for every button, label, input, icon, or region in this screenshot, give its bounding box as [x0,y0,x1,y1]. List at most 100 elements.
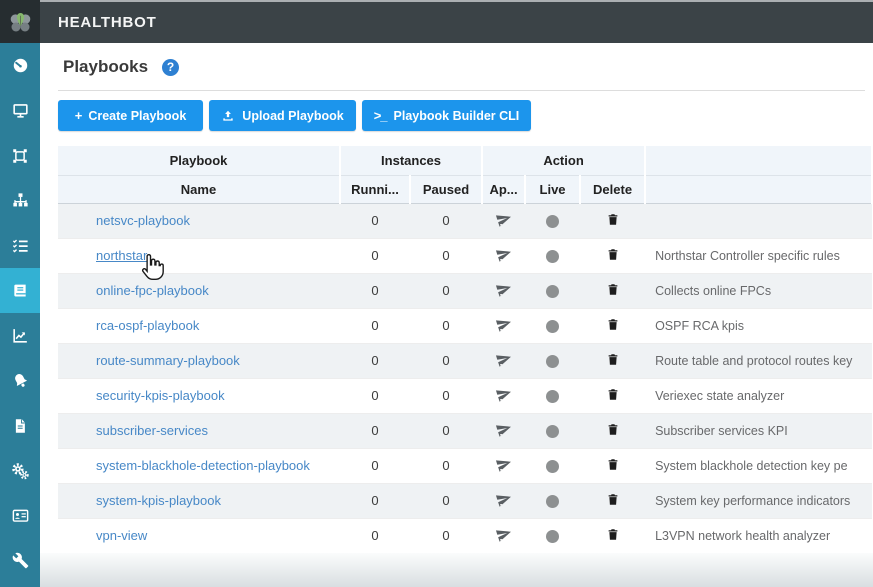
apply-icon[interactable] [496,526,512,545]
playbook-description: Northstar Controller specific rules [645,238,872,273]
delete-icon[interactable] [606,387,620,405]
delete-icon[interactable] [606,457,620,475]
paused-count: 0 [410,308,482,343]
playbook-link[interactable]: security-kpis-playbook [96,388,225,403]
sidebar-item-devices[interactable] [0,88,40,133]
running-count: 0 [340,273,410,308]
playbook-description: L3VPN network health analyzer [645,518,872,553]
settings-gears-icon [10,461,30,481]
playbook-description: System key performance indicators [645,483,872,518]
live-status-icon [546,250,559,263]
playbooks-table: Playbook Instances Action Name Runni... … [58,146,873,554]
column-header-delete: Delete [580,175,645,203]
upload-playbook-button[interactable]: Upload Playbook [209,100,356,131]
toolbar: + Create Playbook Upload Playbook >_ Pla… [58,100,873,131]
create-playbook-button[interactable]: + Create Playbook [58,100,203,131]
plus-icon: + [75,108,82,123]
playbook-builder-cli-button[interactable]: >_ Playbook Builder CLI [362,100,531,131]
apply-icon[interactable] [496,281,512,300]
sidebar-item-charts[interactable] [0,313,40,358]
sidebar-item-accounts[interactable] [0,493,40,538]
table-row: vpn-view 0 0 L3VPN network health analyz… [58,518,872,553]
playbook-link[interactable]: vpn-view [96,528,147,543]
bottom-strip [40,553,873,587]
sidebar-item-device-groups[interactable] [0,133,40,178]
table-row: system-kpis-playbook 0 0 System key perf… [58,483,872,518]
column-header-paused: Paused [410,175,482,203]
table-row: security-kpis-playbook 0 0 Veriexec stat… [58,378,872,413]
page-title: Playbooks [63,57,148,77]
help-icon[interactable]: ? [162,59,179,76]
playbook-link[interactable]: northstar [96,248,147,263]
live-status-icon [546,320,559,333]
playbook-description: Route table and protocol routes key [645,343,872,378]
paused-count: 0 [410,273,482,308]
sidebar-item-rules[interactable] [0,223,40,268]
table-row: northstar 0 0 Northstar Controller speci… [58,238,872,273]
playbooks-book-icon [11,281,30,300]
playbook-link[interactable]: system-kpis-playbook [96,493,221,508]
playbook-link[interactable]: netsvc-playbook [96,213,190,228]
apply-icon[interactable] [496,421,512,440]
reports-document-icon [11,417,29,435]
column-header-name: Name [58,175,340,203]
live-status-icon [546,460,559,473]
delete-icon[interactable] [606,422,620,440]
apply-icon[interactable] [496,246,512,265]
playbook-link[interactable]: system-blackhole-detection-playbook [96,458,310,473]
device-group-frame-icon [11,147,29,165]
paused-count: 0 [410,448,482,483]
running-count: 0 [340,343,410,378]
apply-icon[interactable] [496,456,512,475]
delete-icon[interactable] [606,352,620,370]
live-status-icon [546,390,559,403]
apply-icon[interactable] [496,351,512,370]
sidebar-item-playbooks[interactable] [0,268,40,313]
running-count: 0 [340,483,410,518]
sidebar-item-dashboard[interactable] [0,43,40,88]
terminal-prompt-icon: >_ [374,108,387,123]
device-monitor-icon [11,101,30,120]
charts-graph-icon [11,326,30,345]
sidebar-item-network[interactable] [0,178,40,223]
table-row: subscriber-services 0 0 Subscriber servi… [58,413,872,448]
paused-count: 0 [410,238,482,273]
playbook-description: Veriexec state analyzer [645,378,872,413]
playbook-description [645,203,872,238]
apply-icon[interactable] [496,316,512,335]
delete-icon[interactable] [606,282,620,300]
accounts-id-card-icon [11,506,30,525]
playbook-link[interactable]: subscriber-services [96,423,208,438]
group-header-playbook: Playbook [58,146,340,175]
apply-icon[interactable] [496,491,512,510]
playbook-description: Collects online FPCs [645,273,872,308]
playbook-link[interactable]: route-summary-playbook [96,353,240,368]
app-logo[interactable] [0,0,40,45]
apply-icon[interactable] [496,386,512,405]
sidebar-item-settings[interactable] [0,448,40,493]
main-content: Playbooks ? + Create Playbook Upload Pla… [40,43,873,587]
delete-icon[interactable] [606,247,620,265]
delete-icon[interactable] [606,527,620,545]
delete-icon[interactable] [606,492,620,510]
running-count: 0 [340,203,410,238]
table-row: netsvc-playbook 0 0 [58,203,872,238]
playbook-link[interactable]: online-fpc-playbook [96,283,209,298]
column-header-apply: Ap... [482,175,525,203]
playbook-link[interactable]: rca-ospf-playbook [96,318,199,333]
delete-icon[interactable] [606,212,620,230]
table-row: route-summary-playbook 0 0 Route table a… [58,343,872,378]
sidebar-item-reports[interactable] [0,403,40,448]
live-status-icon [546,215,559,228]
delete-icon[interactable] [606,317,620,335]
title-divider [58,90,865,91]
running-count: 0 [340,518,410,553]
alarm-bell-icon [11,371,30,390]
live-status-icon [546,530,559,543]
group-header-instances: Instances [340,146,482,175]
sidebar-item-tools[interactable] [0,538,40,583]
live-status-icon [546,425,559,438]
apply-icon[interactable] [496,211,512,230]
sidebar-item-alarms[interactable] [0,358,40,403]
live-status-icon [546,355,559,368]
